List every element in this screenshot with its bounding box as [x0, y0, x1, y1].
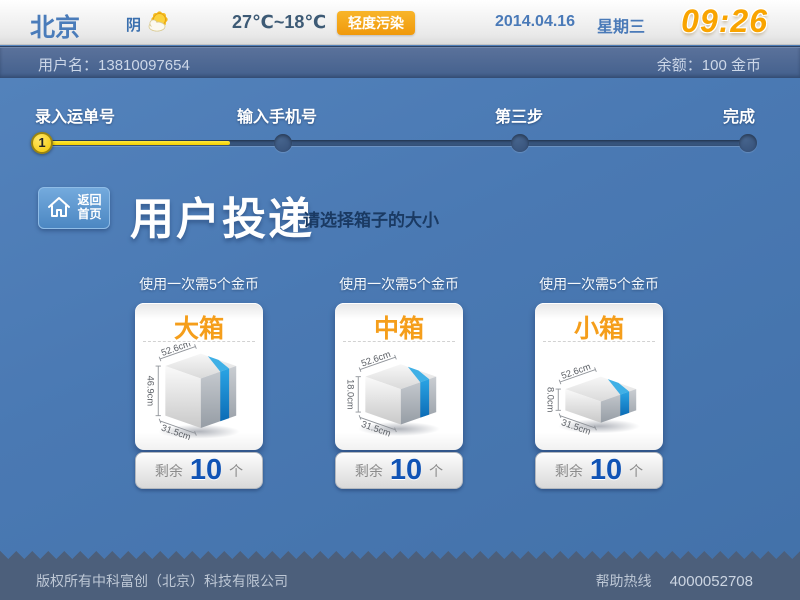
small-box-illustration: 52.6cm 8.0cm 31.5cm — [540, 343, 658, 444]
dim-top-label: 52.6cm — [360, 349, 392, 369]
step-dot-1-active: 1 — [31, 132, 53, 154]
card-body: 中箱 — [335, 303, 463, 450]
dim-top-label: 52.6cm — [160, 343, 192, 358]
balance-value: 100 金币 — [702, 57, 761, 74]
home-icon — [46, 195, 72, 222]
remaining-unit: 个 — [429, 461, 443, 481]
large-box-illustration: 52.6cm 46.9cm 31.5cm — [140, 343, 258, 444]
top-status-bar: 北京 阴 27℃~18℃ 轻度污染 2014.04.16 星期三 09:26 — [0, 0, 800, 45]
step-dot-3 — [511, 134, 529, 152]
step-label-2: 输入手机号 — [237, 103, 317, 127]
user-info-bar: 用户名：13810097654 余额：100 金币 — [0, 46, 800, 78]
remaining-label: 剩余 — [355, 461, 383, 481]
remaining-unit: 个 — [629, 461, 643, 481]
box-size-name: 中箱 — [335, 303, 463, 341]
remaining-unit: 个 — [229, 461, 243, 481]
dim-side-label: 18.0cm — [346, 379, 356, 410]
balance-field: 余额：100 金币 — [657, 54, 761, 75]
hotline-number: 4000052708 — [670, 573, 753, 590]
remaining-count-bar: 剩余 10 个 — [535, 452, 663, 489]
remaining-count-bar: 剩余 10 个 — [135, 452, 263, 489]
back-button-label: 返回 首页 — [77, 194, 101, 222]
remaining-count: 10 — [190, 454, 222, 487]
page-title: 用户投递 — [130, 183, 314, 247]
back-home-button[interactable]: 返回 首页 — [38, 187, 110, 229]
dim-side-label: 8.0cm — [546, 387, 556, 413]
step-label-4: 完成 — [723, 103, 755, 127]
price-note: 使用一次需5个金币 — [135, 274, 263, 303]
page-subtitle: 请选择箱子的大小 — [303, 206, 439, 231]
kiosk-screen: 北京 阴 27℃~18℃ 轻度污染 2014.04.16 星期三 09:26 用… — [0, 0, 800, 600]
card-body: 小箱 — [535, 303, 663, 450]
dim-bottom-label: 31.5cm — [360, 419, 392, 439]
air-quality-badge: 轻度污染 — [337, 11, 415, 35]
step-label-1: 录入运单号 — [35, 103, 115, 127]
dim-side-label: 46.9cm — [146, 376, 156, 407]
sun-cloud-icon — [145, 7, 175, 37]
footer: 版权所有中科富创（北京）科技有限公司 帮助热线 4000052708 — [0, 559, 800, 600]
box-card-large[interactable]: 使用一次需5个金币 大箱 — [135, 274, 263, 489]
step-dot-2 — [274, 134, 292, 152]
box-size-name: 小箱 — [535, 303, 663, 341]
temperature-range: 27℃~18℃ — [232, 12, 326, 33]
price-note: 使用一次需5个金币 — [535, 274, 663, 303]
date-label: 2014.04.16 — [495, 13, 575, 31]
footer-zigzag-edge — [0, 551, 800, 559]
dim-top-label: 52.6cm — [560, 361, 592, 381]
hotline-label: 帮助热线 — [596, 573, 652, 589]
copyright-text: 版权所有中科富创（北京）科技有限公司 — [36, 571, 288, 591]
balance-label: 余额： — [657, 57, 702, 74]
city-label: 北京 — [30, 8, 80, 44]
weather-condition-label: 阴 — [126, 14, 141, 35]
remaining-count-bar: 剩余 10 个 — [335, 452, 463, 489]
progress-fill — [45, 141, 230, 145]
remaining-count: 10 — [390, 454, 422, 487]
box-card-small[interactable]: 使用一次需5个金币 小箱 — [535, 274, 663, 489]
username-value: 13810097654 — [98, 57, 190, 74]
price-note: 使用一次需5个金币 — [335, 274, 463, 303]
step-dot-4 — [739, 134, 757, 152]
box-card-medium[interactable]: 使用一次需5个金币 中箱 — [335, 274, 463, 489]
remaining-count: 10 — [590, 454, 622, 487]
username-label: 用户名： — [38, 57, 98, 74]
hotline: 帮助热线 4000052708 — [596, 571, 753, 591]
medium-box-illustration: 52.6cm 18.0cm 31.5cm — [340, 343, 458, 444]
card-body: 大箱 — [135, 303, 263, 450]
weekday-label: 星期三 — [597, 13, 645, 37]
username-field: 用户名：13810097654 — [38, 54, 190, 75]
box-size-name: 大箱 — [135, 303, 263, 341]
remaining-label: 剩余 — [155, 461, 183, 481]
clock: 09:26 — [681, 3, 768, 40]
remaining-label: 剩余 — [555, 461, 583, 481]
step-label-3: 第三步 — [495, 103, 543, 127]
